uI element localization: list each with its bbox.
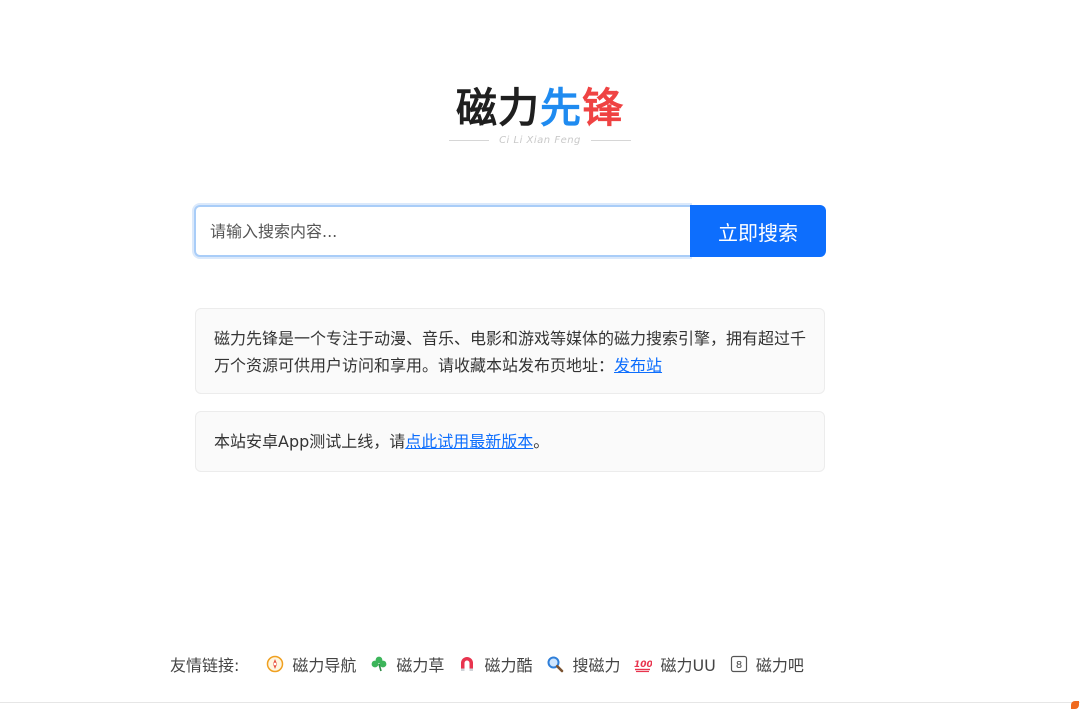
friend-link-cili-uu[interactable]: 100 磁力UU bbox=[634, 652, 715, 676]
clover-icon bbox=[370, 655, 388, 673]
friend-link-label: 磁力UU bbox=[660, 656, 716, 675]
site-logo[interactable]: 磁力先锋 Ci Li Xian Feng bbox=[0, 82, 1080, 146]
magnifier-icon bbox=[546, 655, 564, 673]
friend-links-label: 友情链接: bbox=[170, 656, 240, 675]
friend-link-label: 搜磁力 bbox=[572, 656, 621, 675]
hundred-icon: 100 bbox=[634, 655, 652, 673]
corner-decoration bbox=[1071, 701, 1079, 709]
friend-link-label: 磁力酷 bbox=[484, 656, 533, 675]
compass-icon bbox=[266, 655, 284, 673]
logo-subtitle-row: Ci Li Xian Feng bbox=[0, 135, 1080, 146]
logo-left-line bbox=[449, 140, 490, 141]
logo-text-red: 锋 bbox=[582, 84, 624, 132]
logo-right-line bbox=[590, 140, 631, 141]
friend-link-label: 磁力导航 bbox=[292, 656, 357, 675]
friend-links: 友情链接: 磁力导航 磁力草 磁力酷 搜磁力 100 磁力UU 8 磁力吧 bbox=[170, 652, 818, 676]
footer-divider bbox=[0, 702, 1080, 703]
logo-text-black: 磁力 bbox=[456, 84, 540, 132]
intro-card: 磁力先锋是一个专注于动漫、音乐、电影和游戏等媒体的磁力搜索引擎，拥有超过千万个资… bbox=[195, 308, 825, 394]
logo-subtitle: Ci Li Xian Feng bbox=[499, 135, 581, 146]
svg-text:8: 8 bbox=[736, 660, 742, 671]
app-notice-prefix: 本站安卓App测试上线，请 bbox=[214, 432, 406, 451]
friend-link-label: 磁力吧 bbox=[755, 656, 804, 675]
friend-link-sou-cili[interactable]: 搜磁力 bbox=[546, 652, 620, 676]
try-latest-version-link[interactable]: 点此试用最新版本 bbox=[405, 432, 533, 451]
search-form: 立即搜索 bbox=[194, 205, 826, 257]
svg-text:100: 100 bbox=[634, 660, 652, 670]
friend-link-cili-cao[interactable]: 磁力草 bbox=[370, 652, 444, 676]
friend-link-cili-ku[interactable]: 磁力酷 bbox=[458, 652, 532, 676]
page: 磁力先锋 Ci Li Xian Feng 立即搜索 磁力先锋是一个专注于动漫、音… bbox=[0, 0, 1080, 709]
logo-text-blue: 先 bbox=[540, 84, 582, 132]
app-notice-suffix: 。 bbox=[533, 432, 550, 451]
release-site-link[interactable]: 发布站 bbox=[614, 356, 662, 375]
app-notice-card: 本站安卓App测试上线，请点此试用最新版本。 bbox=[195, 411, 825, 472]
friend-link-cili-daohang[interactable]: 磁力导航 bbox=[266, 652, 356, 676]
intro-text: 磁力先锋是一个专注于动漫、音乐、电影和游戏等媒体的磁力搜索引擎，拥有超过千万个资… bbox=[214, 329, 807, 375]
friend-link-cili-ba[interactable]: 8 磁力吧 bbox=[730, 652, 804, 676]
logo-title: 磁力先锋 bbox=[456, 82, 624, 134]
number-eight-icon: 8 bbox=[730, 655, 748, 673]
magnet-icon bbox=[458, 655, 476, 673]
friend-link-label: 磁力草 bbox=[396, 656, 445, 675]
search-button[interactable]: 立即搜索 bbox=[690, 205, 826, 257]
search-input[interactable] bbox=[194, 205, 690, 257]
